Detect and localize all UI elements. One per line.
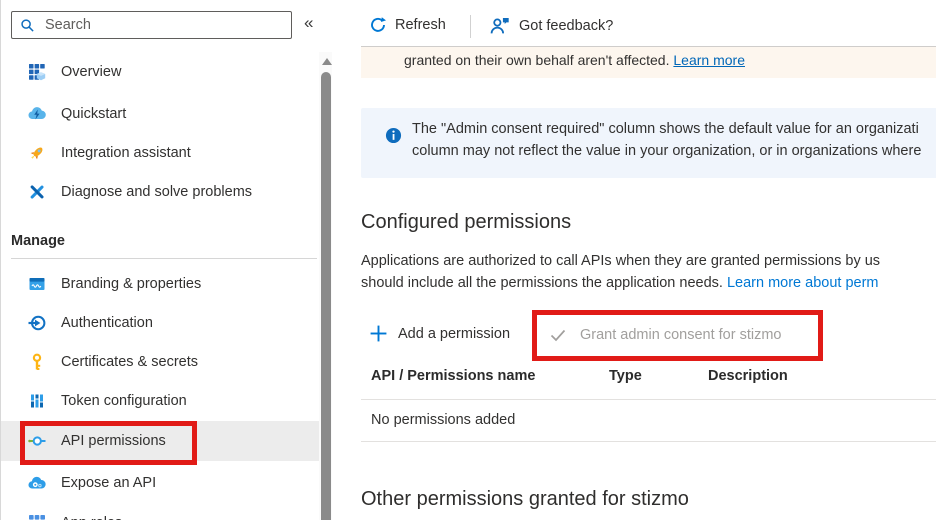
search-input[interactable] [43,16,267,34]
sidebar-item-app-roles[interactable]: App roles [1,503,319,520]
sign-in-arrow-icon [28,314,46,332]
column-header-description: Description [708,368,788,384]
info-banner-line-1: The "Admin consent required" column show… [412,121,919,137]
sidebar-item-label: Token configuration [61,393,187,409]
sidebar-item-diagnose[interactable]: Diagnose and solve problems [1,172,319,212]
sidebar-section-manage: Manage [11,233,65,249]
info-banner: The "Admin consent required" column show… [361,108,936,178]
sidebar-item-label: Authentication [61,315,153,331]
sidebar-divider [11,258,317,259]
add-permission-label: Add a permission [398,325,511,342]
scrollbar-thumb[interactable] [320,72,331,520]
sidebar-item-integration-assistant[interactable]: Integration assistant [1,133,319,173]
sidebar-item-label: Expose an API [61,475,157,491]
description-line-1: Applications are authorized to call APIs… [361,253,881,269]
collapse-sidebar-button[interactable]: « [304,13,313,33]
sidebar-item-label: API permissions [61,433,166,449]
other-permissions-title: Other permissions granted for stizmo [361,488,689,510]
browser-window-icon [28,275,46,293]
overview-icon [28,63,46,81]
sidebar-item-branding[interactable]: Branding & properties [1,264,319,304]
empty-permissions-message: No permissions added [371,412,516,428]
refresh-label: Refresh [395,17,446,33]
column-header-api-permissions-name: API / Permissions name [371,368,536,384]
api-permissions-page: « Overview Quickstart Integration assist… [0,0,936,520]
feedback-icon [490,16,511,35]
sidebar-item-certificates[interactable]: Certificates & secrets [1,342,319,382]
warning-banner: granted on their own behalf aren't affec… [361,46,936,78]
feedback-label: Got feedback? [519,17,614,34]
checkmark-icon [549,326,567,344]
add-permission-button[interactable]: Add a permission [369,324,510,343]
toolbar-divider [470,15,471,38]
sidebar-item-token-configuration[interactable]: Token configuration [1,381,319,421]
key-icon [28,353,46,371]
grant-admin-consent-button[interactable]: Grant admin consent for stizmo [549,326,781,344]
info-icon [385,127,402,144]
sidebar-item-label: Integration assistant [61,145,191,161]
sidebar-item-label: Overview [61,64,122,80]
learn-more-permissions-link[interactable]: Learn more about perm [727,275,879,291]
tools-icon [28,183,46,201]
sidebar-item-label: Branding & properties [61,276,202,292]
quickstart-icon [28,105,46,123]
api-permissions-icon [28,432,46,450]
sidebar-item-quickstart[interactable]: Quickstart [1,94,319,134]
sidebar-item-label: Quickstart [61,106,127,122]
cloud-gear-icon [28,474,46,492]
refresh-button[interactable]: Refresh [369,16,446,34]
description-line-2: should include all the permissions the a… [361,275,727,291]
sidebar-item-expose-api[interactable]: Expose an API [1,463,319,503]
sidebar-search-box[interactable] [11,11,292,39]
configured-permissions-description: Applications are authorized to call APIs… [361,250,880,294]
configured-permissions-title: Configured permissions [361,211,572,233]
table-divider [361,399,936,400]
grant-admin-consent-label: Grant admin consent for stizmo [580,327,782,343]
app-roles-grid-icon [28,514,46,520]
sidebar-item-label: Certificates & secrets [61,354,198,370]
plus-icon [369,324,388,343]
refresh-icon [369,16,387,34]
warning-banner-text: granted on their own behalf aren't affec… [404,52,674,68]
rocket-icon [28,144,46,162]
learn-more-link[interactable]: Learn more [673,52,745,68]
column-header-type: Type [609,368,642,384]
sidebar-item-label: App roles [61,515,122,520]
sidebar-item-authentication[interactable]: Authentication [1,303,319,343]
sidebar-item-overview[interactable]: Overview [1,52,319,92]
scroll-up-icon[interactable] [321,58,332,65]
search-icon [20,18,35,33]
sidebar-item-label: Diagnose and solve problems [61,184,253,200]
sidebar-item-api-permissions[interactable]: API permissions [1,421,319,461]
info-banner-line-2: column may not reflect the value in your… [412,143,922,159]
table-divider [361,441,936,442]
feedback-button[interactable]: Got feedback? [490,16,613,35]
token-bars-icon [28,392,46,410]
